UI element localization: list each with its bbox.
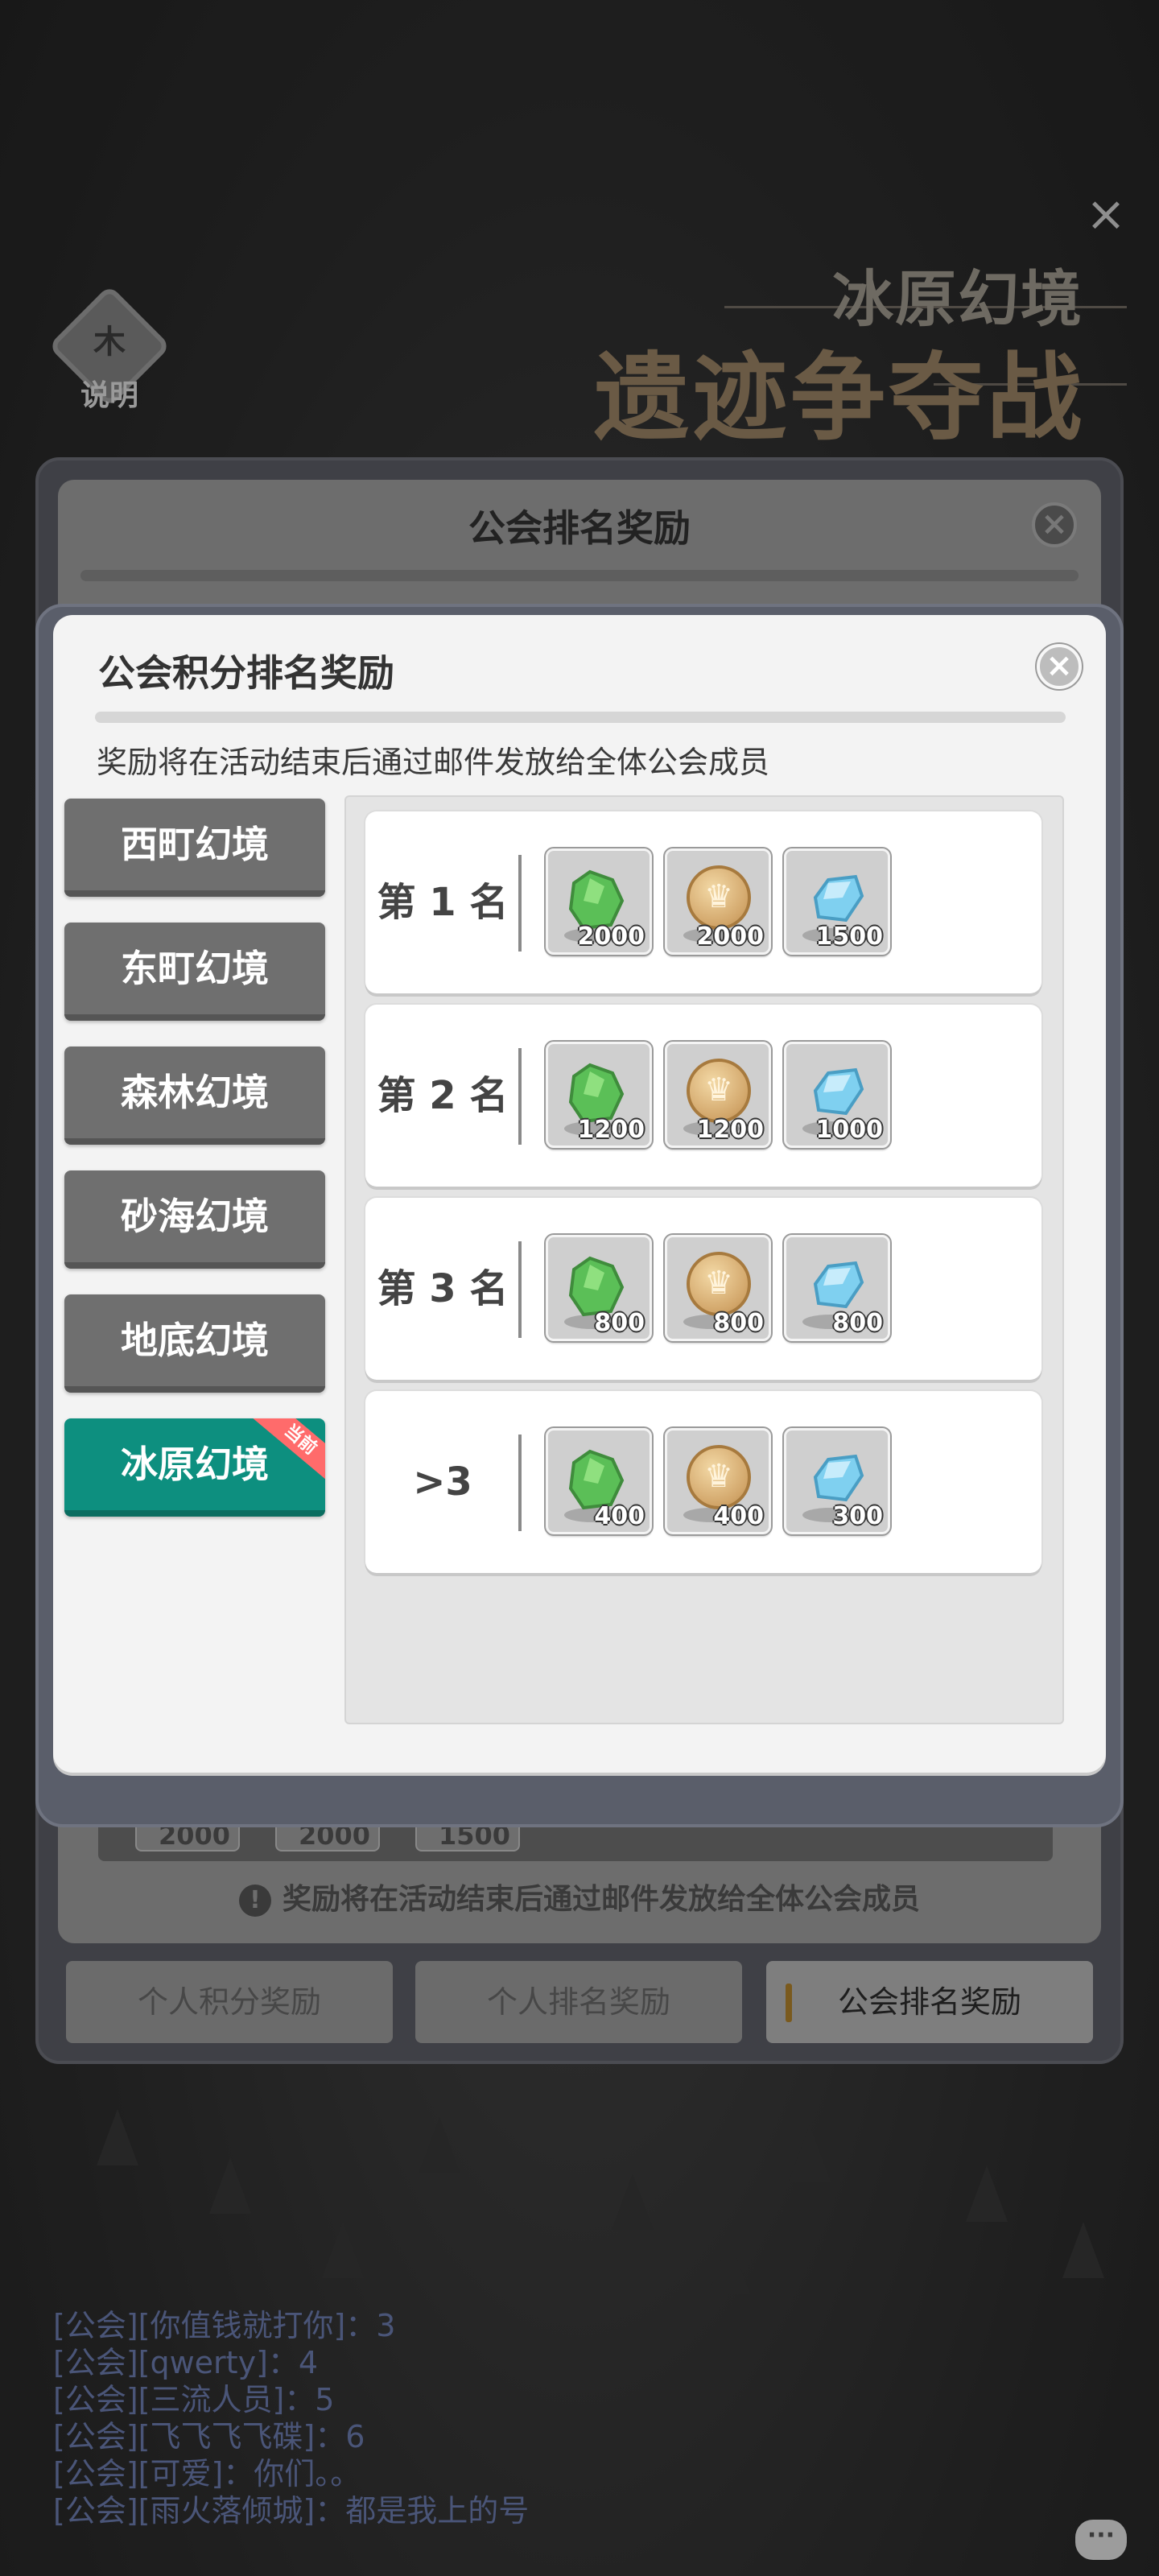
rank-separator bbox=[518, 1241, 522, 1338]
tab-label: 个人排名奖励 bbox=[486, 1984, 670, 2020]
region-button-xiting[interactable]: 西町幻境 bbox=[64, 799, 325, 897]
item-quantity: 400 bbox=[713, 1502, 764, 1530]
chat-line: [公会][飞飞飞飞碟]：6 bbox=[53, 2419, 365, 2454]
rank-separator bbox=[518, 855, 522, 952]
chat-line: [公会][可爱]：你们。。 bbox=[53, 2456, 361, 2491]
chat-line: [公会][你值钱就打你]：3 bbox=[53, 2308, 396, 2343]
item-quantity: 1500 bbox=[815, 923, 884, 951]
blue-gem-icon bbox=[813, 1454, 864, 1502]
rank-label: 第 1 名 bbox=[377, 880, 509, 925]
back-dialog-title: 公会排名奖励 bbox=[468, 506, 691, 550]
item-quantity: 2000 bbox=[577, 923, 645, 951]
reward-item[interactable]: 2000 bbox=[546, 848, 652, 955]
blue-gem-icon bbox=[813, 1261, 864, 1309]
crown-coin-icon: ♛ bbox=[687, 1059, 751, 1123]
item-quantity: 400 bbox=[594, 1502, 645, 1530]
crown-glyph: ♛ bbox=[704, 1265, 733, 1302]
rank-separator bbox=[518, 1048, 522, 1145]
item-quantity: 800 bbox=[594, 1309, 645, 1337]
region-label: 冰原幻境 bbox=[121, 1443, 269, 1486]
rank-label: >3 bbox=[413, 1459, 472, 1505]
chat-bubble-icon[interactable]: ··· bbox=[1075, 2520, 1127, 2560]
reward-item[interactable]: ♛ 800 bbox=[665, 1235, 771, 1341]
reward-item[interactable]: 300 bbox=[784, 1428, 890, 1534]
help-label: 说明 bbox=[80, 379, 138, 412]
region-label: 东町幻境 bbox=[121, 947, 269, 990]
region-button-sandsea[interactable]: 砂海幻境 bbox=[64, 1170, 325, 1269]
back-note-text: 奖励将在活动结束后通过邮件发放给全体公会成员 bbox=[282, 1883, 920, 1916]
item-quantity: 800 bbox=[832, 1309, 883, 1337]
reward-item[interactable]: ♛ 400 bbox=[665, 1428, 771, 1534]
rank-label: 第 2 名 bbox=[377, 1073, 509, 1118]
crown-glyph: ♛ bbox=[704, 1458, 733, 1495]
region-label: 地底幻境 bbox=[121, 1319, 269, 1362]
tab-personal-rank[interactable]: 个人排名奖励 bbox=[415, 1961, 742, 2043]
rank-row: 第 3 名 800 ♛ 800 800 bbox=[365, 1198, 1041, 1380]
item-quantity: 1200 bbox=[577, 1116, 645, 1144]
rank-row: >3 400 ♛ 400 300 bbox=[365, 1391, 1041, 1573]
chat-line: [公会][三流人员]：5 bbox=[53, 2382, 335, 2417]
chat-line: [公会][qwerty]：4 bbox=[53, 2345, 319, 2380]
help-icon: 木 bbox=[93, 324, 126, 361]
rank-row: 第 1 名 2000 ♛ 2000 1500 bbox=[365, 811, 1041, 993]
region-button-dongting[interactable]: 东町幻境 bbox=[64, 923, 325, 1021]
reward-item[interactable]: 800 bbox=[546, 1235, 652, 1341]
help-button[interactable]: 木 说明 bbox=[45, 282, 174, 412]
region-button-iceplain[interactable]: 冰原幻境 当前 bbox=[64, 1418, 325, 1517]
item-quantity: 2000 bbox=[696, 923, 765, 951]
region-label: 西町幻境 bbox=[121, 823, 269, 866]
warning-icon: ! bbox=[238, 1885, 271, 1917]
region-button-forest[interactable]: 森林幻境 bbox=[64, 1046, 325, 1145]
region-label: 砂海幻境 bbox=[121, 1195, 269, 1238]
chat-log: [公会][你值钱就打你]：3 [公会][qwerty]：4 [公会][三流人员]… bbox=[53, 2307, 777, 2529]
back-dialog-close-icon[interactable]: × bbox=[1032, 502, 1077, 547]
tab-guild-rank[interactable]: 公会排名奖励 bbox=[766, 1961, 1093, 2043]
chat-line: [公会][雨火落倾城]：都是我上的号 bbox=[53, 2493, 530, 2529]
dialog-divider bbox=[95, 712, 1066, 723]
tab-label: 个人积分奖励 bbox=[137, 1984, 321, 2020]
dialog-title: 公会积分排名奖励 bbox=[98, 651, 394, 695]
item-quantity: 800 bbox=[713, 1309, 764, 1337]
rank-label: 第 3 名 bbox=[377, 1266, 509, 1311]
reward-item[interactable]: ♛ 1200 bbox=[665, 1042, 771, 1148]
item-quantity: 1200 bbox=[696, 1116, 765, 1144]
blue-gem-icon bbox=[813, 874, 864, 923]
region-button-underground[interactable]: 地底幻境 bbox=[64, 1294, 325, 1393]
dialog-note: 奖励将在活动结束后通过邮件发放给全体公会成员 bbox=[97, 745, 770, 780]
crown-glyph: ♛ bbox=[704, 1071, 733, 1108]
reward-item[interactable]: 400 bbox=[546, 1428, 652, 1534]
crown-coin-icon: ♛ bbox=[687, 1252, 751, 1316]
tab-personal-points[interactable]: 个人积分奖励 bbox=[66, 1961, 393, 2043]
dialog-close-icon[interactable]: × bbox=[1037, 644, 1082, 689]
item-quantity: 300 bbox=[832, 1502, 883, 1530]
reward-item[interactable]: ♛ 2000 bbox=[665, 848, 771, 955]
reward-item[interactable]: 1500 bbox=[784, 848, 890, 955]
back-dialog-note: ! 奖励将在活动结束后通过邮件发放给全体公会成员 bbox=[58, 1876, 1101, 1918]
rank-separator bbox=[518, 1435, 522, 1531]
blue-gem-icon bbox=[813, 1067, 864, 1116]
reward-item[interactable]: 1000 bbox=[784, 1042, 890, 1148]
reward-item[interactable]: 800 bbox=[784, 1235, 890, 1341]
rank-row: 第 2 名 1200 ♛ 1200 1000 bbox=[365, 1005, 1041, 1187]
region-label: 森林幻境 bbox=[121, 1071, 269, 1114]
event-title: 遗迹争夺战 bbox=[593, 342, 1085, 453]
tab-label: 公会排名奖励 bbox=[837, 1984, 1021, 2020]
close-icon[interactable]: × bbox=[1083, 190, 1128, 238]
reward-item[interactable]: 1200 bbox=[546, 1042, 652, 1148]
active-tab-marker bbox=[786, 1984, 792, 2022]
back-dialog-divider bbox=[80, 570, 1079, 581]
crown-glyph: ♛ bbox=[704, 878, 733, 915]
crown-coin-icon: ♛ bbox=[687, 865, 751, 930]
item-quantity: 1000 bbox=[815, 1116, 884, 1144]
crown-coin-icon: ♛ bbox=[687, 1445, 751, 1509]
